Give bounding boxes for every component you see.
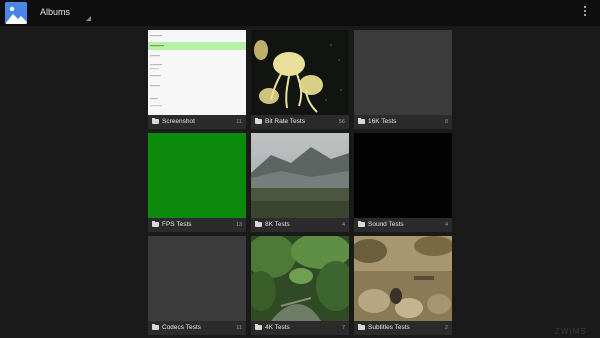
album-tile-16k-tests[interactable]: 16K Tests 8 xyxy=(354,30,452,129)
album-name: FPS Tests xyxy=(162,221,192,228)
album-grid: Screenshot 11 Bit Rate Tests 56 16K Test… xyxy=(148,30,452,338)
album-thumbnail xyxy=(148,30,246,115)
album-thumbnail xyxy=(251,30,349,115)
album-caption: Screenshot 11 xyxy=(148,115,246,129)
folder-icon xyxy=(152,221,159,227)
album-count: 8 xyxy=(444,119,448,125)
album-tile-sound-tests[interactable]: Sound Tests 4 xyxy=(354,133,452,232)
page-title: Albums xyxy=(40,7,71,17)
dropdown-indicator-icon[interactable] xyxy=(86,16,91,21)
album-count: 4 xyxy=(341,222,345,228)
album-tile-8k-tests[interactable]: 8K Tests 4 xyxy=(251,133,349,232)
album-thumbnail xyxy=(148,236,246,321)
album-name: Codecs Tests xyxy=(162,324,201,331)
album-caption: Bit Rate Tests 56 xyxy=(251,115,349,129)
folder-icon xyxy=(358,221,365,227)
album-tile-codecs-tests[interactable]: Codecs Tests 11 xyxy=(148,236,246,335)
folder-icon xyxy=(152,324,159,330)
album-thumbnail xyxy=(148,133,246,218)
album-caption: Sound Tests 4 xyxy=(354,218,452,232)
album-count: 11 xyxy=(236,119,242,125)
album-name: 16K Tests xyxy=(368,118,397,125)
album-tile-fps-tests[interactable]: FPS Tests 13 xyxy=(148,133,246,232)
album-count: 56 xyxy=(338,119,345,125)
album-thumbnail xyxy=(251,133,349,218)
album-count: 11 xyxy=(236,325,242,331)
album-tile-4k-tests[interactable]: 4K Tests 7 xyxy=(251,236,349,335)
photos-app-icon[interactable] xyxy=(5,2,27,24)
album-caption: 8K Tests 4 xyxy=(251,218,349,232)
album-thumbnail xyxy=(354,30,452,115)
app-bar: Albums xyxy=(0,0,600,26)
album-name: Screenshot xyxy=(162,118,195,125)
album-thumbnail xyxy=(354,236,452,321)
album-caption: 4K Tests 7 xyxy=(251,321,349,335)
folder-icon xyxy=(255,221,262,227)
album-caption: Subtitles Tests 2 xyxy=(354,321,452,335)
folder-icon xyxy=(358,118,365,124)
album-caption: Codecs Tests 11 xyxy=(148,321,246,335)
folder-icon xyxy=(152,118,159,124)
album-tile-bit-rate-tests[interactable]: Bit Rate Tests 56 xyxy=(251,30,349,129)
album-caption: 16K Tests 8 xyxy=(354,115,452,129)
album-name: Sound Tests xyxy=(368,221,404,228)
album-name: Bit Rate Tests xyxy=(265,118,305,125)
album-caption: FPS Tests 13 xyxy=(148,218,246,232)
album-count: 4 xyxy=(444,222,448,228)
album-thumbnail xyxy=(354,133,452,218)
folder-icon xyxy=(255,324,262,330)
album-name: Subtitles Tests xyxy=(368,324,410,331)
album-tile-subtitles-tests[interactable]: Subtitles Tests 2 xyxy=(354,236,452,335)
overflow-menu-icon[interactable] xyxy=(578,6,592,20)
album-thumbnail xyxy=(251,236,349,321)
watermark: ZWIMS xyxy=(555,327,587,336)
album-name: 4K Tests xyxy=(265,324,290,331)
folder-icon xyxy=(255,118,262,124)
folder-icon xyxy=(358,324,365,330)
album-tile-screenshot[interactable]: Screenshot 11 xyxy=(148,30,246,129)
album-count: 7 xyxy=(341,325,345,331)
album-count: 2 xyxy=(444,325,448,331)
album-name: 8K Tests xyxy=(265,221,290,228)
album-count: 13 xyxy=(235,222,242,228)
